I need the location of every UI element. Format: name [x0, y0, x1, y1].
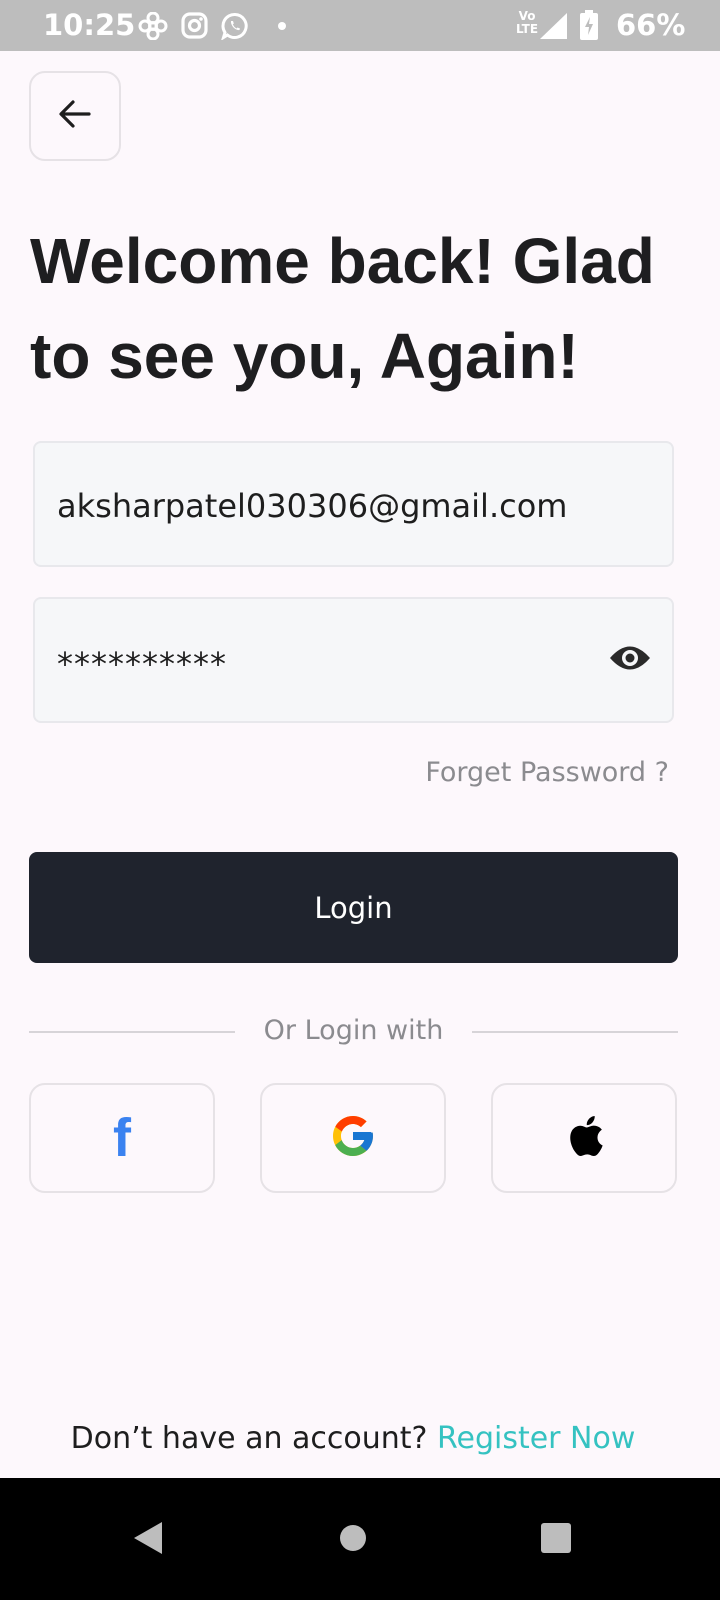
home-circle-icon[interactable]: [339, 1524, 367, 1557]
eye-icon[interactable]: [608, 643, 652, 678]
recents-square-icon[interactable]: [541, 1523, 571, 1558]
email-value: aksharpatel030306@gmail.com: [57, 487, 568, 525]
page-title: Welcome back! Glad to see you, Again!: [30, 225, 655, 392]
password-field[interactable]: **********: [33, 597, 674, 723]
instagram-icon: [181, 12, 208, 44]
status-time: 10:25: [43, 8, 136, 42]
register-prompt-text: Don’t have an account?: [70, 1421, 437, 1456]
back-button[interactable]: [29, 71, 121, 161]
or-login-with-label: Or Login with: [263, 1015, 444, 1046]
signal-icon: [540, 13, 567, 44]
register-now-link[interactable]: Register Now: [437, 1421, 635, 1456]
divider-line-left: [29, 1031, 235, 1033]
email-field[interactable]: aksharpatel030306@gmail.com: [33, 441, 674, 567]
arrow-left-icon: [58, 99, 92, 134]
password-value: **********: [57, 645, 227, 683]
battery-percent: 66%: [616, 8, 686, 42]
login-button[interactable]: Login: [29, 852, 678, 963]
forgot-password-link[interactable]: Forget Password ?: [425, 757, 669, 788]
google-icon: [329, 1112, 377, 1165]
divider-line-right: [472, 1031, 678, 1033]
volte-bottom-label: LTE: [516, 22, 539, 36]
status-bar: 10:25 Vo LTE 66%: [0, 0, 720, 51]
register-prompt: Don’t have an account? Register Now: [0, 1421, 706, 1456]
apple-login-button[interactable]: [491, 1083, 677, 1193]
fan-icon: [138, 11, 168, 45]
volte-icon: Vo LTE: [516, 10, 538, 36]
facebook-icon: f: [113, 1108, 131, 1168]
google-login-button[interactable]: [260, 1083, 446, 1193]
system-nav-bar: [0, 1478, 720, 1600]
whatsapp-icon: [220, 12, 249, 45]
battery-icon: [580, 10, 598, 45]
back-triangle-icon[interactable]: [134, 1522, 162, 1559]
facebook-login-button[interactable]: f: [29, 1083, 215, 1193]
volte-top-label: Vo: [518, 9, 536, 23]
apple-icon: [563, 1112, 605, 1165]
dot-icon: [278, 22, 286, 30]
